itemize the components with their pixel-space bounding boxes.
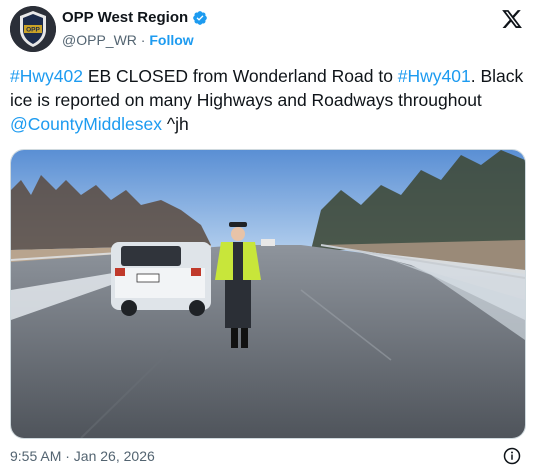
opp-badge-icon: OPP xyxy=(10,6,56,52)
video-thumbnail xyxy=(11,150,525,438)
video-player[interactable] xyxy=(10,149,526,439)
tweet-link[interactable]: #Hwy401 xyxy=(398,66,471,86)
info-icon[interactable] xyxy=(503,447,521,465)
handle-row: @OPP_WR · Follow xyxy=(62,30,208,50)
user-block: OPP West Region @OPP_WR · Follow xyxy=(62,8,208,50)
tweet-link[interactable]: @CountyMiddlesex xyxy=(10,114,162,134)
tweet-header: OPP OPP West Region @OPP_WR · Follow xyxy=(10,6,525,56)
tweet-link[interactable]: #Hwy402 xyxy=(10,66,83,86)
tweet-text-segment: EB CLOSED from Wonderland Road to xyxy=(82,66,398,86)
tweet-text-segment: ^jh xyxy=(162,114,189,134)
timestamp[interactable]: 9:55 AM · Jan 26, 2026 xyxy=(10,448,155,464)
display-name[interactable]: OPP West Region xyxy=(62,8,188,28)
tweet-text: #Hwy402 EB CLOSED from Wonderland Road t… xyxy=(10,64,525,136)
profile-avatar[interactable]: OPP xyxy=(10,6,56,52)
handle[interactable]: @OPP_WR xyxy=(62,32,137,48)
svg-text:OPP: OPP xyxy=(26,27,40,34)
separator: · xyxy=(136,32,150,48)
x-logo-icon[interactable] xyxy=(501,8,523,30)
verified-badge-icon xyxy=(193,11,207,25)
follow-button[interactable]: Follow xyxy=(149,32,193,48)
name-row: OPP West Region xyxy=(62,8,208,28)
